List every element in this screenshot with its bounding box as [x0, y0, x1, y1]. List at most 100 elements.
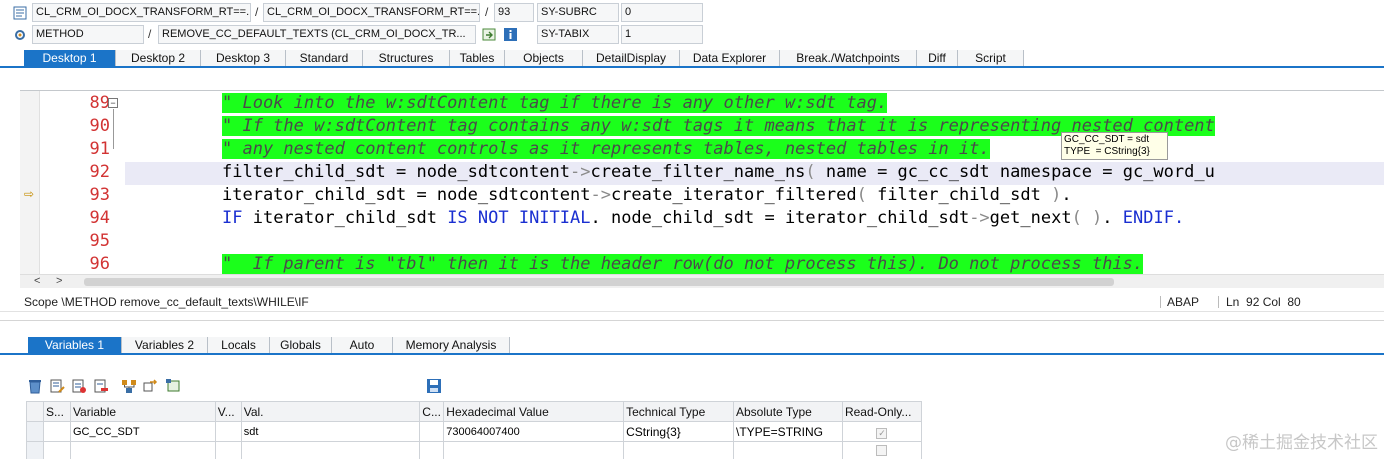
breakpoint-gutter[interactable] [20, 91, 40, 274]
tab-structures[interactable]: Structures [363, 50, 450, 66]
column-header-variable[interactable]: Variable [69, 401, 216, 422]
table-row[interactable] [26, 441, 923, 459]
line-number: 93 [89, 185, 110, 205]
tab-data-explorer[interactable]: Data Explorer [680, 50, 780, 66]
type-field[interactable]: METHOD [32, 25, 144, 44]
cell-hex: 730064007400 [443, 421, 625, 442]
code-editor[interactable]: ⇨ 89 90 91 92 93 94 95 96 − " Look into … [20, 90, 1384, 274]
variables-table[interactable]: S... Variable V... Val. C... Hexadecimal… [26, 401, 923, 459]
tab-objects[interactable]: Objects [505, 50, 583, 66]
code-keyword: ENDIF [1122, 208, 1174, 228]
column-header-hex[interactable]: Hexadecimal Value [443, 401, 625, 422]
tab-breakpoints[interactable]: Break./Watchpoints [780, 50, 917, 66]
tab-variables-1[interactable]: Variables 1 [28, 337, 122, 353]
variables-toolbar [26, 377, 182, 397]
row-selector[interactable] [26, 421, 44, 442]
variable-tooltip: GC_CC_SDT = sdt TYPE = CString{3} [1061, 132, 1168, 160]
tab-desktop-1[interactable]: Desktop 1 [24, 50, 116, 66]
tab-diff[interactable]: Diff [917, 50, 958, 66]
tab-script[interactable]: Script [958, 50, 1024, 66]
column-header-readonly[interactable]: Read-Only... [841, 401, 923, 422]
code-line-91[interactable]: " any nested content controls as it repr… [222, 139, 990, 159]
variables-panel: Variables 1 Variables 2 Locals Globals A… [0, 320, 1384, 459]
code-line-89[interactable]: " Look into the w:sdtContent tag if ther… [222, 93, 888, 113]
code-token: -> [969, 208, 990, 228]
column-selector[interactable] [26, 401, 44, 422]
code-token: ) [1051, 185, 1062, 205]
tab-standard[interactable]: Standard [286, 50, 363, 66]
cell-value[interactable] [240, 441, 421, 459]
tab-tables[interactable]: Tables [450, 50, 505, 66]
line-numbers: 89 90 91 92 93 94 95 96 [40, 91, 110, 274]
code-line-96[interactable]: " If parent is "tbl" then it is the head… [222, 254, 1144, 274]
program-field[interactable]: CL_CRM_OI_DOCX_TRANSFORM_RT==... [32, 3, 251, 22]
layout-icon[interactable] [164, 377, 182, 395]
code-token: ( [1071, 208, 1093, 228]
cell-technical-type: CString{3} [623, 421, 734, 442]
row-selector[interactable] [26, 441, 44, 459]
code-token: filter_child_sdt = node_sdtcontent [222, 162, 570, 182]
column-header-technical-type[interactable]: Technical Type [623, 401, 734, 422]
save-icon[interactable] [426, 378, 442, 394]
language-label: ABAP [1167, 295, 1200, 309]
cell-value[interactable]: sdt [240, 421, 421, 442]
column-header-status[interactable]: S... [42, 401, 71, 422]
cursor-position: Ln 92 Col 80 [1226, 295, 1301, 309]
hierarchy-icon[interactable] [120, 377, 138, 395]
code-token: iterator_child_sdt = node_sdtcontent [222, 185, 591, 205]
scroll-right-icon[interactable]: > [56, 275, 62, 287]
column-header-v[interactable]: V... [214, 401, 242, 422]
sysvar-value-1: 0 [621, 3, 703, 22]
readonly-checkbox: ✓ [876, 427, 888, 439]
cell-readonly: ✓ [841, 421, 923, 442]
info-icon[interactable] [503, 27, 519, 43]
navigate-icon[interactable] [482, 27, 498, 43]
event-field[interactable]: REMOVE_CC_DEFAULT_TEXTS (CL_CRM_OI_DOCX_… [158, 25, 476, 44]
code-token: . [1173, 208, 1185, 228]
tab-detaildisplay[interactable]: DetailDisplay [583, 50, 680, 66]
code-line-92[interactable]: filter_child_sdt = node_sdtcontent->crea… [222, 162, 1215, 182]
info-row-1 [0, 3, 32, 23]
divider [1218, 296, 1219, 308]
cell-variable[interactable] [69, 441, 216, 459]
code-line-93[interactable]: iterator_child_sdt = node_sdtcontent->cr… [222, 185, 1072, 205]
column-header-c[interactable]: C... [419, 401, 445, 422]
column-header-absolute-type[interactable]: Absolute Type [733, 401, 843, 422]
delete-icon[interactable] [26, 377, 44, 395]
table-row[interactable]: GC_CC_SDT sdt 730064007400 CString{3} \T… [26, 421, 923, 442]
scrollbar-thumb[interactable] [84, 278, 1114, 286]
info-row-2 [0, 25, 32, 45]
tab-variables-2[interactable]: Variables 2 [122, 337, 208, 353]
line-number: 89 [89, 93, 110, 113]
separator: / [485, 5, 489, 19]
fold-toggle-icon[interactable]: − [108, 98, 118, 108]
tab-memory-analysis[interactable]: Memory Analysis [393, 337, 510, 353]
scope-label: Scope \METHOD remove_cc_default_texts\WH… [24, 295, 309, 309]
cell-status [42, 421, 71, 442]
cell-variable[interactable]: GC_CC_SDT [69, 421, 216, 442]
cell-status [42, 441, 71, 459]
cell-absolute-type: \TYPE=STRING [733, 421, 843, 442]
include-field[interactable]: CL_CRM_OI_DOCX_TRANSFORM_RT==... [263, 3, 480, 22]
insert-row-icon[interactable] [70, 377, 88, 395]
comment: " If parent is "tbl" then it is the head… [222, 254, 1144, 274]
remove-row-icon[interactable] [92, 377, 110, 395]
code-token: get_next [989, 208, 1072, 228]
code-token: create_iterator_filtered [610, 185, 857, 205]
column-header-value[interactable]: Val. [240, 401, 421, 422]
sysvar-value-2: 1 [621, 25, 703, 44]
cell-c [419, 441, 445, 459]
code-line-94[interactable]: IF iterator_child_sdt IS NOT INITIAL. no… [222, 208, 1184, 228]
tab-desktop-2[interactable]: Desktop 2 [116, 50, 201, 66]
transfer-icon[interactable] [142, 377, 160, 395]
editor-horizontal-scrollbar[interactable]: < > [20, 274, 1384, 288]
scroll-left-icon[interactable]: < [34, 275, 40, 287]
tab-desktop-3[interactable]: Desktop 3 [201, 50, 286, 66]
edit-list-icon[interactable] [48, 377, 66, 395]
line-field[interactable]: 93 [494, 3, 534, 22]
line-number: 92 [89, 162, 110, 182]
code-token: ( [805, 162, 826, 182]
tab-auto[interactable]: Auto [332, 337, 393, 353]
tab-locals[interactable]: Locals [208, 337, 270, 353]
tab-globals[interactable]: Globals [270, 337, 332, 353]
